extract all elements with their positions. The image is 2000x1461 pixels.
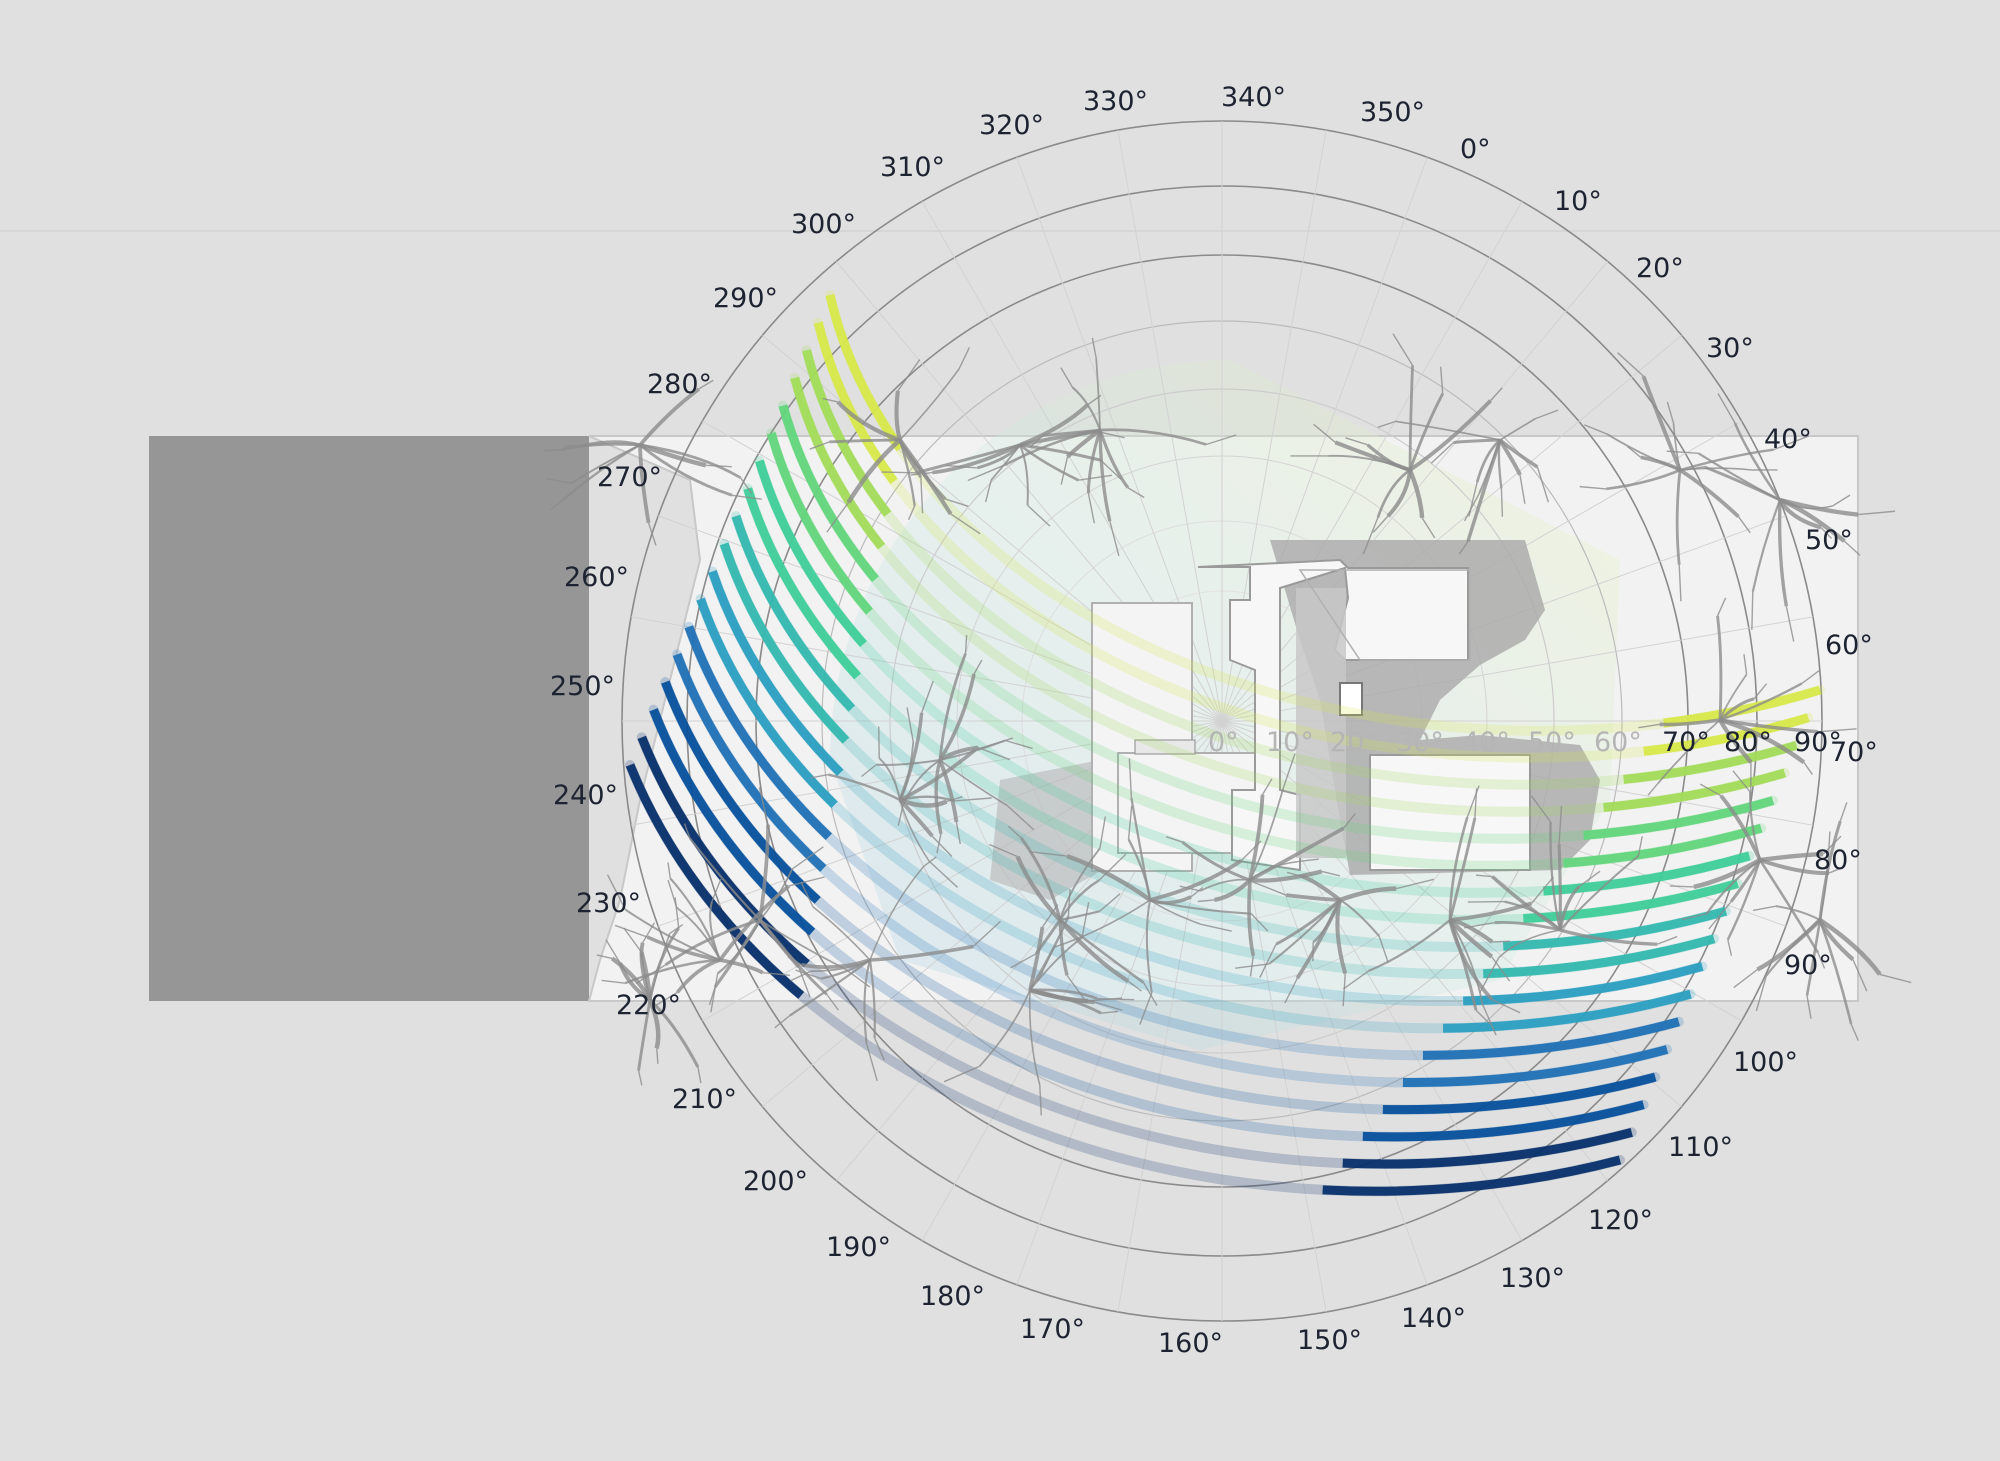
tree-twig <box>697 1066 702 1084</box>
azimuth-label: 120° <box>1588 1205 1653 1236</box>
azimuth-label: 150° <box>1297 1325 1362 1356</box>
azimuth-label: 280° <box>647 369 712 400</box>
azimuth-label: 180° <box>920 1281 985 1312</box>
azimuth-label: 330° <box>1083 86 1148 117</box>
azimuth-label: 350° <box>1360 97 1425 128</box>
azimuth-label: 10° <box>1554 186 1602 217</box>
azimuth-label: 160° <box>1158 1328 1223 1359</box>
azimuth-label: 170° <box>1020 1314 1085 1345</box>
inner-label: 20° <box>1330 727 1378 758</box>
azimuth-label: 30° <box>1706 333 1754 364</box>
azimuth-label: 250° <box>550 671 615 702</box>
inner-label: 70° <box>1662 727 1710 758</box>
azimuth-label: 340° <box>1221 82 1286 113</box>
azimuth-label: 60° <box>1825 630 1873 661</box>
tree-branch <box>894 390 902 441</box>
tree-twig <box>1439 366 1444 394</box>
azimuth-label: 310° <box>880 152 945 183</box>
inner-label: 30° <box>1396 727 1444 758</box>
tree-twig <box>878 726 880 759</box>
inner-label: 60° <box>1594 727 1642 758</box>
neighbor-building-block <box>149 436 589 1001</box>
azimuth-label: 190° <box>826 1232 891 1263</box>
tree-twig <box>1492 940 1511 943</box>
azimuth-label: 260° <box>564 562 629 593</box>
azimuth-label: 0° <box>1460 134 1491 165</box>
sun-path-diagram: 0° 10° 20° 30° 40° 50° 60° 70° 80° 90° 0… <box>0 82 2000 1359</box>
tree-twig <box>1669 885 1694 888</box>
tree-twig <box>564 444 584 447</box>
tree-twig <box>1751 591 1754 630</box>
tree-twig <box>1879 973 1912 984</box>
azimuth-label: 230° <box>576 888 641 919</box>
tree-twig <box>1850 1023 1859 1041</box>
inner-label: 80° <box>1724 727 1772 758</box>
inner-label: 50° <box>1528 727 1576 758</box>
tree-twig <box>1490 387 1503 402</box>
azimuth-label: 270° <box>597 462 662 493</box>
tree-twig <box>1039 1085 1042 1116</box>
tree-twig <box>1858 510 1896 516</box>
tree-twig <box>637 1070 643 1086</box>
azimuth-label: 300° <box>791 209 856 240</box>
azimuth-label: 220° <box>616 990 681 1021</box>
tree-twig <box>1535 409 1559 420</box>
inner-label: 10° <box>1266 727 1314 758</box>
azimuth-label: 40° <box>1764 424 1812 455</box>
azimuth-label: 240° <box>553 780 618 811</box>
azimuth-label: 110° <box>1668 1132 1733 1163</box>
tree-twig <box>881 471 916 474</box>
tree-twig <box>897 359 921 392</box>
tree-twig <box>958 347 970 370</box>
inner-label: 40° <box>1462 727 1510 758</box>
tree-twig <box>1666 401 1675 424</box>
azimuth-label: 80° <box>1814 845 1862 876</box>
azimuth-label: 290° <box>713 283 778 314</box>
azimuth-label: 210° <box>672 1084 737 1115</box>
azimuth-label: 20° <box>1636 253 1684 284</box>
azimuth-label: 90° <box>1784 950 1832 981</box>
tree-branch <box>1557 844 1562 931</box>
azimuth-label: 320° <box>979 110 1044 141</box>
tree-twig <box>543 449 561 452</box>
azimuth-label: 140° <box>1401 1303 1466 1334</box>
azimuth-label: 200° <box>743 1166 808 1197</box>
tree-twig <box>1500 488 1504 517</box>
inner-label: 0° <box>1208 727 1239 758</box>
azimuth-label: 130° <box>1500 1263 1565 1294</box>
tree-twig <box>1060 367 1074 388</box>
azimuth-label: 70° <box>1830 737 1878 768</box>
azimuth-label: 50° <box>1805 525 1853 556</box>
azimuth-label: 100° <box>1733 1047 1798 1078</box>
tree-twig <box>656 1048 659 1064</box>
tree-twig <box>1717 393 1736 424</box>
tree-branch <box>899 368 960 441</box>
